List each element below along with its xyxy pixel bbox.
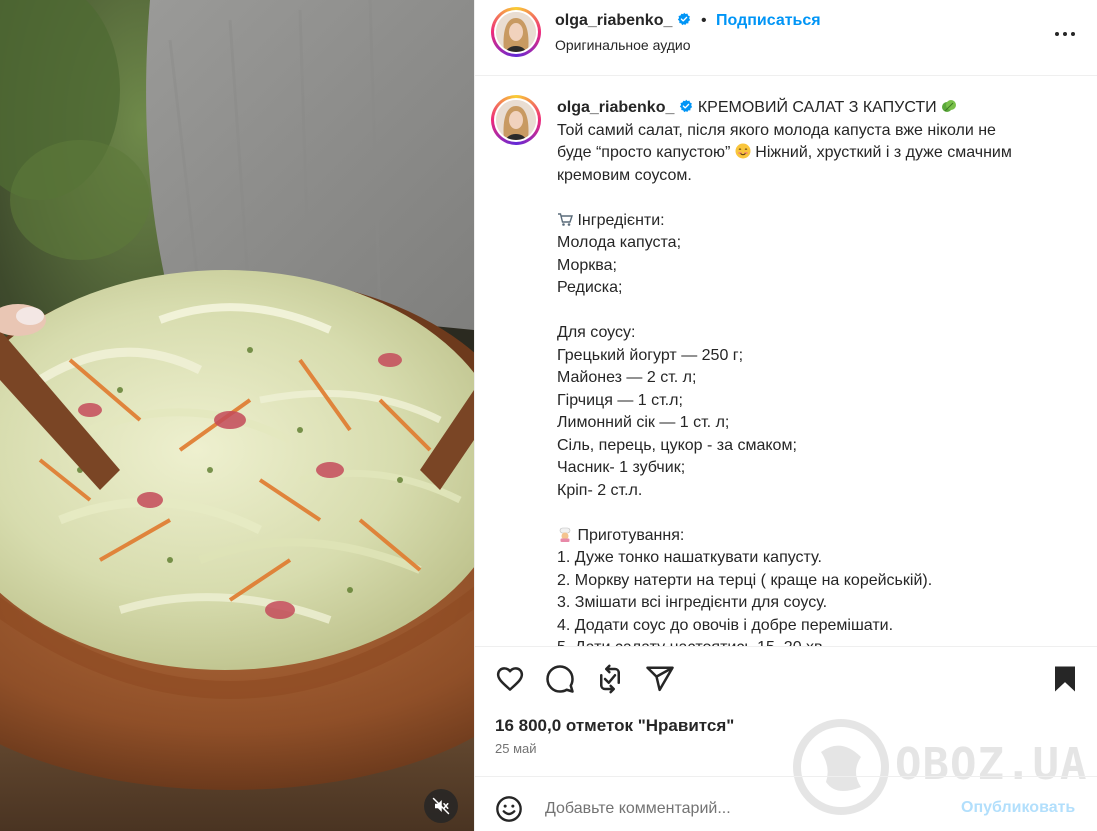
caption-text-fragment: буде “просто капустою” [557, 144, 731, 161]
bookmark-icon[interactable] [1050, 664, 1080, 694]
caption-title-line: olga_riabenko_ КРЕМОВИЙ САЛАТ З КАПУСТИ [557, 97, 1077, 120]
post-date[interactable]: 25 май [495, 741, 537, 756]
verified-badge-icon [680, 99, 693, 113]
sauce-header: Для соусу: [557, 324, 636, 341]
caption-line: кремовим соусом. [557, 166, 692, 184]
caption-text-fragment: Ніжний, хрусткий і з дуже смачним [750, 144, 1012, 161]
comment-icon[interactable] [545, 664, 575, 694]
likes-count[interactable]: 16 800,0 отметок "Нравится" [495, 716, 734, 736]
muted-speaker-icon [432, 797, 450, 815]
ingredients-header-text: Інгредієнти: [573, 211, 665, 229]
sauce-item: Сіль, перець, цукор - за смаком; [557, 436, 797, 454]
ingredient-item: Молода капуста; [557, 234, 682, 251]
post-details-panel: olga_riabenko_ • Подписаться Оригинально… [474, 0, 1097, 831]
post-caption-area: olga_riabenko_ КРЕМОВИЙ САЛАТ З КАПУСТИ … [475, 77, 1097, 646]
leafy-greens-emoji [942, 100, 957, 112]
step-item: 3. Змішати всі інгредієнти для соусу. [557, 594, 828, 611]
caption-text: olga_riabenko_ КРЕМОВИЙ САЛАТ З КАПУСТИ … [557, 97, 1077, 646]
steps-header: Приготування: [557, 525, 1077, 548]
post-header: olga_riabenko_ • Подписаться Оригинально… [475, 0, 1097, 76]
shopping-cart-emoji [558, 212, 573, 226]
post-actions-bar [475, 646, 1097, 708]
caption-username[interactable]: olga_riabenko_ [557, 99, 674, 116]
sauce-item: Лимонний сік — 1 ст. л; [557, 414, 730, 431]
repost-icon[interactable] [595, 664, 625, 694]
smiling-face-emoji [735, 143, 751, 159]
follow-button[interactable]: Подписаться [716, 12, 821, 30]
sauce-item: Кріп- 2 ст.л. [557, 481, 643, 499]
author-username-text[interactable]: olga_riabenko_ [555, 12, 672, 29]
step-item: 5. Дати салату настоятись 15–20 хв. [557, 637, 1077, 646]
caption-line: Той самий салат, після якого молода капу… [557, 121, 996, 139]
ingredient-item: Морква; [557, 256, 617, 274]
sauce-item: Часник- 1 зубчик; [557, 459, 686, 476]
salad-bowl-image [0, 0, 474, 831]
author-avatar[interactable] [491, 7, 541, 57]
separator-dot: • [701, 12, 707, 29]
sauce-item: Гірчиця — 1 ст.л; [557, 391, 683, 409]
ingredients-header: Інгредієнти: [557, 210, 1077, 233]
ingredient-item: Редиска; [557, 279, 623, 296]
caption-title: КРЕМОВИЙ САЛАТ З КАПУСТИ [697, 99, 937, 116]
comment-bar: Опубликовать [475, 776, 1097, 831]
steps-header-text: Приготування: [573, 526, 685, 544]
profile-photo [496, 12, 536, 52]
caption-author-avatar[interactable] [491, 95, 541, 145]
sauce-item: Майонез — 2 ст. л; [557, 369, 697, 386]
verified-badge-icon [678, 12, 691, 26]
author-username[interactable]: olga_riabenko_ [555, 12, 691, 30]
step-item: 1. Дуже тонко нашаткувати капусту. [557, 549, 822, 566]
post-comment-button[interactable]: Опубликовать [961, 799, 1075, 817]
profile-photo [496, 100, 536, 140]
step-item: 2. Моркву натерти на терці ( краще на ко… [557, 571, 933, 589]
cook-emoji [559, 527, 571, 542]
send-icon[interactable] [645, 664, 675, 694]
post-media-video[interactable] [0, 0, 474, 831]
original-audio-link[interactable]: Оригинальное аудио [555, 37, 691, 53]
more-options-icon[interactable] [1051, 24, 1079, 44]
smiley-icon[interactable] [495, 795, 523, 823]
sauce-item: Грецький йогурт — 250 г; [557, 346, 744, 364]
step-item: 4. Додати соус до овочів і добре переміш… [557, 616, 894, 634]
comment-input[interactable] [545, 797, 945, 821]
caption-line: буде “просто капустою” Ніжний, хрусткий … [557, 142, 1077, 165]
mute-toggle-button[interactable] [424, 789, 458, 823]
heart-icon[interactable] [495, 664, 525, 694]
